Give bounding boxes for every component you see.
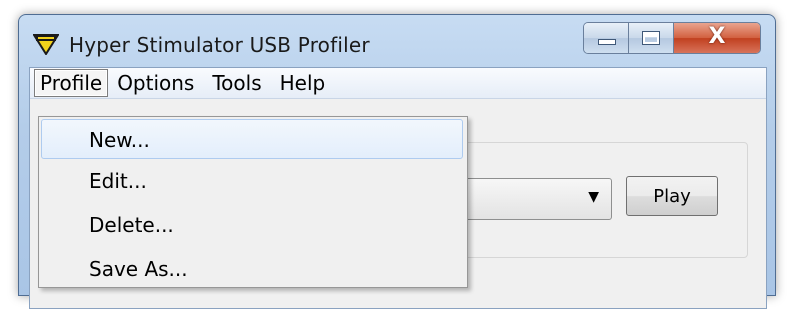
menu-item-new[interactable]: New...: [41, 119, 463, 159]
menu-profile[interactable]: Profile: [34, 69, 109, 97]
window-title: Hyper Stimulator USB Profiler: [69, 33, 370, 57]
menu-item-label: New...: [89, 128, 150, 152]
menu-options[interactable]: Options: [108, 69, 203, 97]
title-bar[interactable]: Hyper Stimulator USB Profiler X: [19, 15, 775, 67]
minimize-button[interactable]: [584, 23, 629, 53]
chevron-down-icon[interactable]: ▼: [588, 189, 599, 205]
menu-tools[interactable]: Tools: [203, 69, 270, 97]
maximize-icon: [642, 31, 660, 45]
caption-buttons: X: [583, 22, 761, 54]
maximize-button[interactable]: [629, 23, 674, 53]
menu-item-label: Edit...: [89, 169, 147, 193]
menu-item-label: Save As...: [89, 257, 188, 281]
menu-help[interactable]: Help: [271, 69, 335, 97]
minimize-icon: [598, 39, 616, 45]
play-button[interactable]: Play: [626, 176, 718, 216]
menu-item-save-as[interactable]: Save As...: [41, 249, 463, 289]
menu-item-edit[interactable]: Edit...: [41, 161, 463, 201]
close-button[interactable]: X: [674, 23, 760, 53]
menu-bar: Profile Options Tools Help: [30, 68, 766, 99]
menu-item-label: Delete...: [89, 213, 174, 237]
close-icon: X: [708, 24, 726, 49]
profile-dropdown-menu: New... Edit... Delete... Save As...: [38, 116, 468, 288]
menu-item-delete[interactable]: Delete...: [41, 205, 463, 245]
app-logo-icon: [33, 34, 59, 55]
